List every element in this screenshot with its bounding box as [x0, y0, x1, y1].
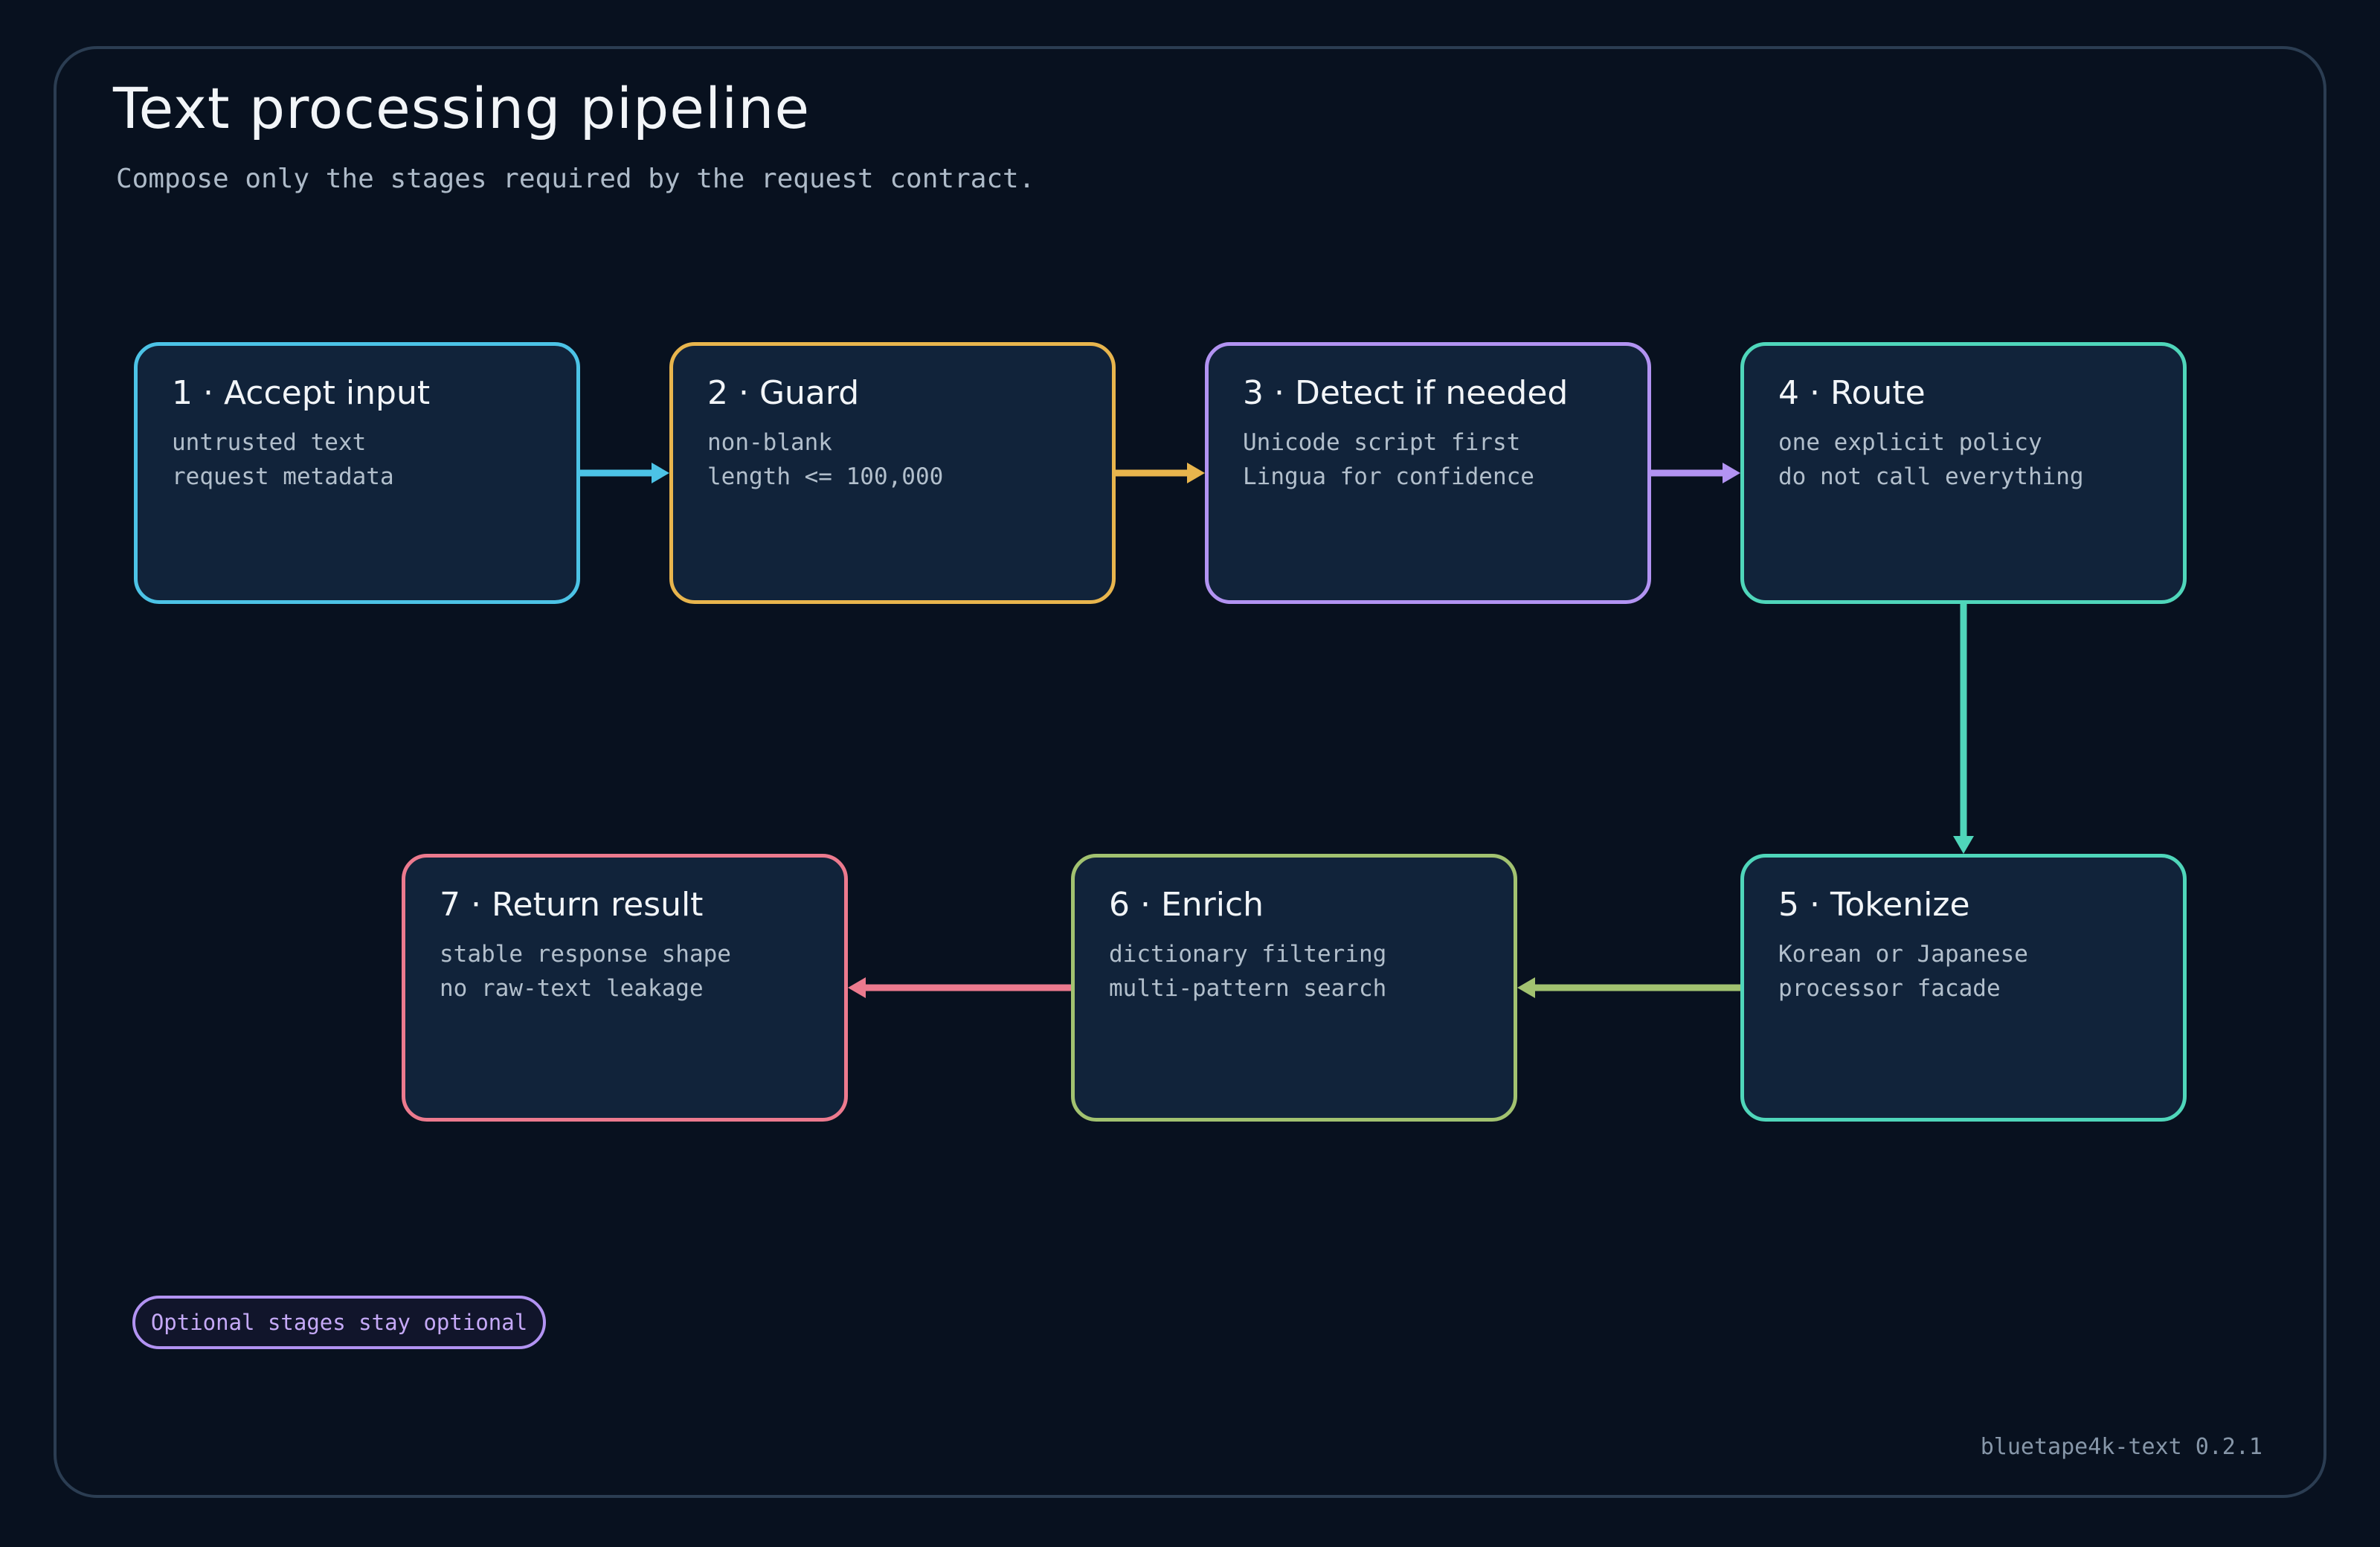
version-label: bluetape4k-text 0.2.1	[1980, 1434, 2262, 1460]
stage-enrich: 6 · Enrich dictionary filtering multi-pa…	[1071, 854, 1517, 1122]
diagram-subtitle: Compose only the stages required by the …	[116, 164, 1035, 194]
stage-detail: one explicit policy	[1778, 429, 2042, 456]
optional-stages-badge: Optional stages stay optional	[132, 1296, 546, 1349]
stage-detail: untrusted text	[172, 429, 367, 456]
stage-detect: 3 · Detect if needed Unicode script firs…	[1205, 342, 1651, 604]
diagram-frame	[54, 46, 2326, 1498]
diagram-title: Text processing pipeline	[113, 75, 811, 141]
stage-detail: no raw-text leakage	[440, 975, 704, 1002]
stage-detail: processor facade	[1778, 975, 2001, 1002]
stage-detail: do not call everything	[1778, 463, 2084, 490]
stage-title: 7 · Return result	[440, 886, 704, 924]
stage-detail: stable response shape	[440, 941, 731, 968]
stage-accept-input: 1 · Accept input untrusted text request …	[134, 342, 580, 604]
stage-route: 4 · Route one explicit policy do not cal…	[1740, 342, 2187, 604]
stage-title: 4 · Route	[1778, 374, 1926, 412]
stage-guard: 2 · Guard non-blank length <= 100,000	[669, 342, 1116, 604]
stage-title: 2 · Guard	[707, 374, 860, 412]
stage-detail: Unicode script first	[1243, 429, 1521, 456]
stage-title: 6 · Enrich	[1109, 886, 1264, 924]
stage-detail: length <= 100,000	[707, 463, 944, 490]
stage-detail: Lingua for confidence	[1243, 463, 1534, 490]
stage-title: 3 · Detect if needed	[1243, 374, 1569, 412]
stage-title: 5 · Tokenize	[1778, 886, 1970, 924]
stage-detail: Korean or Japanese	[1778, 941, 2028, 968]
stage-detail: non-blank	[707, 429, 832, 456]
stage-detail: multi-pattern search	[1109, 975, 1387, 1002]
stage-detail: dictionary filtering	[1109, 941, 1387, 968]
stage-return-result: 7 · Return result stable response shape …	[402, 854, 848, 1122]
stage-detail: request metadata	[172, 463, 394, 490]
stage-title: 1 · Accept input	[172, 374, 431, 412]
stage-tokenize: 5 · Tokenize Korean or Japanese processo…	[1740, 854, 2187, 1122]
